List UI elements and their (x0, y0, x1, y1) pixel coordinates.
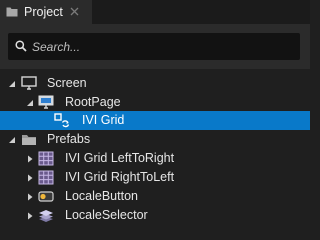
page-icon (38, 95, 54, 109)
tree-item-ivi-grid-righttoleft[interactable]: IVI Grid RightToLeft (0, 168, 310, 187)
grid-icon (38, 170, 54, 185)
tree-item-prefabs[interactable]: Prefabs (0, 130, 310, 149)
button-icon (38, 191, 54, 202)
search-box[interactable] (8, 33, 300, 60)
search-icon (15, 40, 27, 52)
project-tree: Screen RootPage IVI Grid Prefabs IVI Gri… (0, 69, 310, 240)
tree-item-localeselector[interactable]: LocaleSelector (0, 206, 310, 225)
tree-item-label: Prefabs (47, 132, 91, 146)
search-input[interactable] (32, 33, 292, 60)
collapsed-arrow-icon[interactable] (26, 174, 34, 182)
collapsed-arrow-icon[interactable] (26, 212, 34, 220)
tree-item-screen[interactable]: Screen (0, 74, 310, 93)
folder-icon (22, 135, 36, 145)
tab-title: Project (24, 5, 63, 19)
tree-item-label: IVI Grid RightToLeft (65, 170, 175, 184)
tree-item-label: LocaleSelector (65, 208, 148, 222)
grid-binding-icon (54, 113, 70, 128)
project-panel: Project Screen (0, 0, 310, 240)
tree-item-ivi-grid[interactable]: IVI Grid (0, 111, 310, 130)
expanded-arrow-icon[interactable] (8, 80, 16, 88)
tree-item-ivi-grid-lefttoright[interactable]: IVI Grid LeftToRight (0, 149, 310, 168)
grid-icon (38, 151, 54, 166)
layers-icon (39, 210, 53, 222)
expanded-arrow-icon[interactable] (8, 136, 16, 144)
tree-item-label: IVI Grid LeftToRight (65, 151, 175, 165)
folder-icon (6, 7, 18, 17)
collapsed-arrow-icon[interactable] (26, 193, 34, 201)
search-area (0, 24, 310, 69)
tab-bar: Project (0, 0, 310, 24)
tree-item-localebutton[interactable]: LocaleButton (0, 187, 310, 206)
tab-project[interactable]: Project (0, 0, 92, 24)
collapsed-arrow-icon[interactable] (26, 155, 34, 163)
close-icon[interactable] (69, 6, 80, 17)
monitor-icon (21, 76, 37, 90)
tree-item-label: Screen (47, 76, 87, 90)
tree-item-label: LocaleButton (65, 189, 138, 203)
expanded-arrow-icon[interactable] (26, 99, 34, 107)
tree-item-label: RootPage (65, 95, 121, 109)
tree-item-label: IVI Grid (82, 113, 125, 127)
tree-item-rootpage[interactable]: RootPage (0, 93, 310, 112)
